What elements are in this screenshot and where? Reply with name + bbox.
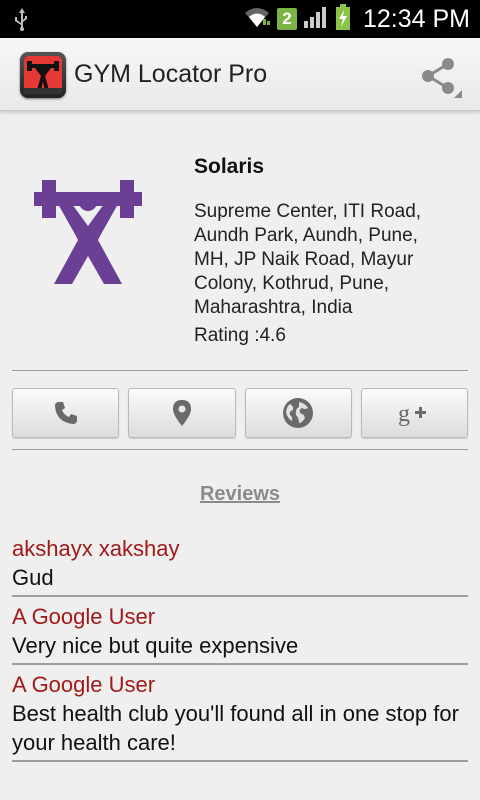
google-plus-icon: g <box>398 401 427 427</box>
weightlifter-icon <box>34 178 142 286</box>
divider <box>12 370 468 371</box>
review-item: A Google User Best health club you'll fo… <box>12 670 468 762</box>
svg-text:g: g <box>398 401 410 427</box>
gym-address: Supreme Center, ITI Road, Aundh Park, Au… <box>194 201 422 318</box>
review-text: Gud <box>12 565 54 590</box>
globe-icon <box>283 398 314 428</box>
contact-actions: g <box>12 388 468 438</box>
notification-badge: 2 <box>276 8 297 30</box>
wifi-icon <box>243 5 271 34</box>
signal-icon <box>303 5 329 34</box>
google-plus-button[interactable]: g <box>360 388 468 438</box>
review-item: akshayx xakshay Gud <box>12 534 468 597</box>
phone-icon <box>54 402 77 424</box>
review-item: A Google User Very nice but quite expens… <box>12 602 468 665</box>
share-button[interactable] <box>416 52 464 100</box>
app-logo-icon[interactable] <box>20 52 66 98</box>
reviews-list: akshayx xakshay Gud A Google User Very n… <box>12 534 468 767</box>
app-title: GYM Locator Pro <box>74 60 268 88</box>
action-bar: GYM Locator Pro <box>0 38 480 111</box>
divider <box>12 449 468 450</box>
clock: 12:34 PM <box>362 4 470 33</box>
review-author: A Google User <box>12 672 156 697</box>
website-button[interactable] <box>244 388 352 438</box>
reviews-heading[interactable]: Reviews <box>0 483 480 506</box>
share-icon <box>422 58 462 98</box>
review-text: Best health club you'll found all in one… <box>12 701 459 755</box>
review-text: Very nice but quite expensive <box>12 633 299 658</box>
battery-charging-icon <box>335 3 351 35</box>
review-author: akshayx xakshay <box>12 536 180 561</box>
map-button[interactable] <box>128 388 236 438</box>
status-bar: 2 12:34 PM <box>0 0 480 38</box>
location-pin-icon <box>172 400 191 426</box>
call-button[interactable] <box>12 388 120 438</box>
gym-rating: Rating :4.6 <box>194 325 286 346</box>
gym-name: Solaris <box>194 155 265 178</box>
usb-icon <box>14 7 30 36</box>
review-author: A Google User <box>12 604 156 629</box>
